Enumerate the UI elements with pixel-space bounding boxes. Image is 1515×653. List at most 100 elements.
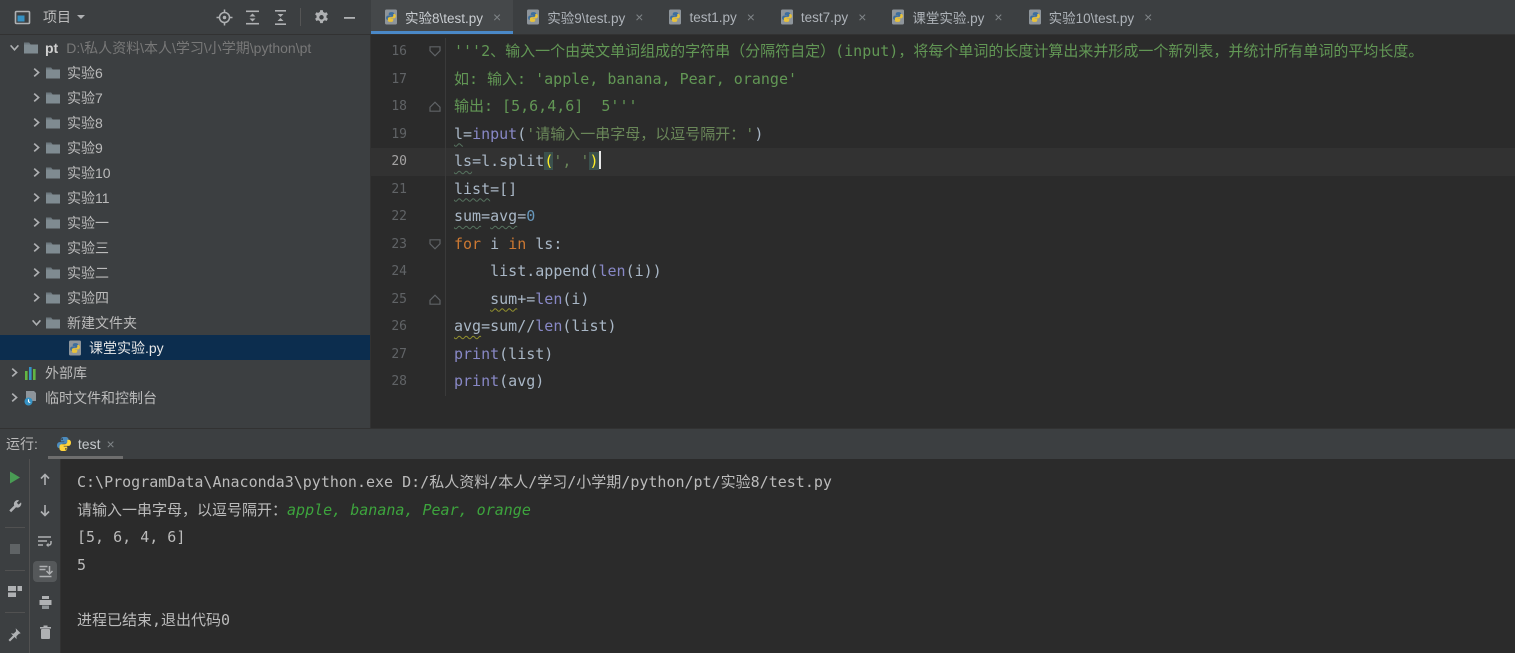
tree-root-row[interactable]: pt D:\私人资料\本人\学习\小学期\python\pt [0, 35, 370, 60]
editor-tab-4[interactable]: test7.py × [767, 0, 878, 34]
up-button[interactable] [33, 469, 57, 490]
top-bar: 项目 实验8\test.py × 实验9\test.py × test1.py × test… [0, 0, 1515, 35]
tree-item-课堂实验.py[interactable]: 课堂实验.py [0, 335, 370, 360]
fold-marker-icon[interactable] [407, 46, 443, 57]
editor-tab-1[interactable]: 实验8\test.py × [371, 0, 514, 34]
editor-tab-2[interactable]: 实验9\test.py × [513, 0, 655, 34]
code-line-21[interactable]: 21 list=[] [371, 175, 1515, 203]
chevron-right-icon[interactable] [28, 290, 44, 306]
chevron-right-icon[interactable] [6, 390, 22, 406]
code-line-23[interactable]: 23 for i in ls: [371, 230, 1515, 258]
rerun-button[interactable] [3, 469, 27, 487]
editor-tab-3[interactable]: test1.py × [655, 0, 766, 34]
code-line-22[interactable]: 22 sum=avg=0 [371, 203, 1515, 231]
tab-label: 实验8\test.py [405, 11, 484, 26]
project-panel-title: 项目 [43, 9, 71, 25]
tree-item-实验三[interactable]: 实验三 [0, 235, 370, 260]
chevron-right-icon[interactable] [6, 365, 22, 381]
chevron-down-icon[interactable] [75, 11, 87, 23]
tree-item-外部库[interactable]: 外部库 [0, 360, 370, 385]
restore-layout-button[interactable] [3, 582, 27, 600]
code-line-17[interactable]: 17 如: 输入: 'apple, banana, Pear, orange' [371, 65, 1515, 93]
tree-item-实验8[interactable]: 实验8 [0, 110, 370, 135]
code-line-19[interactable]: 19 l=input('请输入一串字母，以逗号隔开：') [371, 120, 1515, 149]
tab-close-icon[interactable]: × [491, 9, 503, 25]
fold-marker-icon[interactable] [407, 238, 443, 250]
code-editor[interactable]: 16 '''2、输入一个由英文单词组成的字符串（分隔符自定）(input)，将每个… [371, 35, 1515, 428]
fold-marker-icon[interactable] [407, 101, 443, 113]
tree-item-label: 实验6 [67, 64, 103, 81]
clear-button[interactable] [33, 622, 57, 643]
tree-item-实验一[interactable]: 实验一 [0, 210, 370, 235]
pin-button[interactable] [3, 625, 27, 643]
settings-wrench-button[interactable] [3, 497, 27, 515]
tree-item-新建文件夹[interactable]: 新建文件夹 [0, 310, 370, 335]
text-caret [598, 151, 601, 169]
code-line-24[interactable]: 24 list.append(len(i)) [371, 258, 1515, 286]
chevron-right-icon[interactable] [28, 90, 44, 106]
scroll-to-end-button[interactable] [33, 561, 57, 582]
stop-button[interactable] [3, 540, 27, 558]
close-icon[interactable]: × [106, 436, 114, 452]
run-tab-label: test [77, 436, 101, 452]
soft-wrap-button[interactable] [33, 530, 57, 551]
line-number: 19 [391, 126, 407, 142]
run-console-output[interactable]: C:\ProgramData\Anaconda3\python.exe D:/私… [60, 459, 1515, 653]
tree-item-实验10[interactable]: 实验10 [0, 160, 370, 185]
tab-close-icon[interactable]: × [1142, 9, 1154, 25]
editor-tab-bar: 实验8\test.py × 实验9\test.py × test1.py × test7.p… [371, 0, 1515, 34]
project-tool-window-icon[interactable] [8, 4, 36, 30]
run-tab-test[interactable]: test × [47, 429, 123, 459]
print-button[interactable] [33, 592, 57, 613]
tree-item-实验6[interactable]: 实验6 [0, 60, 370, 85]
chevron-down-icon[interactable] [28, 315, 44, 331]
code-line-20[interactable]: 20 ls=l.split(', ') [371, 148, 1515, 176]
gutter: 25 [371, 285, 446, 313]
chevron-right-icon[interactable] [28, 190, 44, 206]
tree-item-临时文件和控制台[interactable]: 临时文件和控制台 [0, 385, 370, 410]
tab-close-icon[interactable]: × [856, 9, 868, 25]
chevron-right-icon[interactable] [28, 265, 44, 281]
chevron-right-icon[interactable] [28, 140, 44, 156]
locate-file-icon[interactable] [210, 4, 238, 30]
collapse-all-icon[interactable] [266, 4, 294, 30]
tree-item-实验7[interactable]: 实验7 [0, 85, 370, 110]
code-line-28[interactable]: 28 print(avg) [371, 368, 1515, 396]
editor-tab-6[interactable]: 实验10\test.py × [1015, 0, 1165, 34]
chevron-right-icon[interactable] [28, 215, 44, 231]
code-token: =sum// [481, 317, 536, 335]
chevron-right-icon[interactable] [28, 165, 44, 181]
code-text: l=input('请输入一串字母，以逗号隔开：') [446, 121, 763, 149]
chevron-right-icon[interactable] [28, 65, 44, 81]
settings-gear-icon[interactable] [307, 4, 335, 30]
code-line-18[interactable]: 18 输出: [5,6,4,6] 5''' [371, 93, 1515, 121]
code-token: avg [490, 207, 518, 225]
tree-item-实验11[interactable]: 实验11 [0, 185, 370, 210]
code-text: sum+=len(i) [446, 286, 589, 314]
fold-marker-icon[interactable] [407, 294, 443, 305]
tab-close-icon[interactable]: × [633, 9, 645, 25]
tab-close-icon[interactable]: × [992, 9, 1004, 25]
down-button[interactable] [33, 500, 57, 521]
code-line-16[interactable]: 16 '''2、输入一个由英文单词组成的字符串（分隔符自定）(input)，将每个… [371, 38, 1515, 66]
expand-all-icon[interactable] [238, 4, 266, 30]
chevron-right-icon[interactable] [28, 240, 44, 256]
code-line-26[interactable]: 26 avg=sum//len(list) [371, 313, 1515, 341]
folder-icon [44, 290, 61, 306]
line-number: 27 [391, 346, 407, 362]
chevron-right-icon[interactable] [28, 115, 44, 131]
hide-panel-icon[interactable] [335, 4, 363, 30]
tab-close-icon[interactable]: × [745, 9, 757, 25]
tree-item-label: 实验9 [67, 139, 103, 156]
code-line-25[interactable]: 25 sum+=len(i) [371, 285, 1515, 314]
code-token: i [481, 234, 509, 253]
gutter: 28 [371, 368, 446, 396]
tree-item-实验二[interactable]: 实验二 [0, 260, 370, 285]
tree-item-实验四[interactable]: 实验四 [0, 285, 370, 310]
editor-tab-5[interactable]: 课堂实验.py × [878, 0, 1014, 34]
console-text: 5 [77, 555, 87, 574]
tree-item-实验9[interactable]: 实验9 [0, 135, 370, 160]
code-line-27[interactable]: 27 print(list) [371, 340, 1515, 368]
chevron-down-icon[interactable] [6, 40, 22, 56]
library-icon [22, 365, 39, 381]
